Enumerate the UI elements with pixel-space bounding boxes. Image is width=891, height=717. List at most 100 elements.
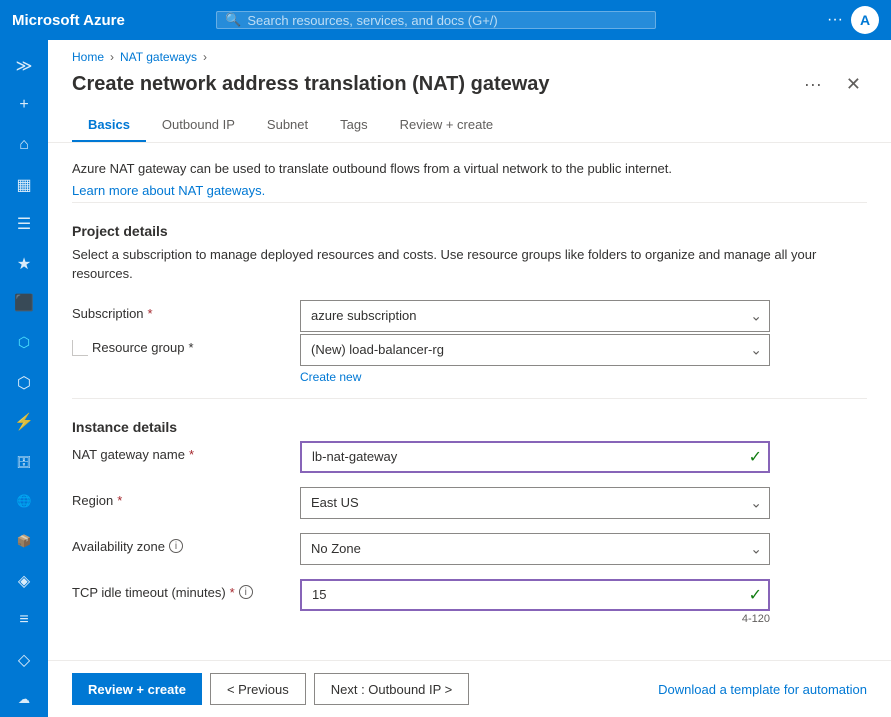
search-icon: 🔍 <box>225 12 241 28</box>
tab-basics[interactable]: Basics <box>72 109 146 142</box>
info-text: Azure NAT gateway can be used to transla… <box>72 159 867 179</box>
panel-body: Azure NAT gateway can be used to transla… <box>48 143 891 660</box>
dashboard-icon: ▦ <box>16 175 31 195</box>
ellipsis-button[interactable]: ··· <box>827 11 843 29</box>
sidebar-item-create[interactable]: + <box>4 88 44 124</box>
availability-zone-field-group: Availability zone i No Zone <box>72 533 867 565</box>
sidebar-item-collapse[interactable]: ≫ <box>4 48 44 84</box>
sidebar-item-cosmos[interactable]: 🌐 <box>4 484 44 520</box>
sidebar-item-menu[interactable]: ☰ <box>4 206 44 242</box>
grid-icon: ⬛ <box>14 293 34 313</box>
subscription-control: azure subscription <box>300 300 770 332</box>
divider-2 <box>72 398 867 399</box>
sidebar-item-favorites[interactable]: ★ <box>4 246 44 282</box>
collapse-icon: ≫ <box>16 56 33 76</box>
indent-line <box>72 340 88 356</box>
app-layout: ≫ + ⌂ ▦ ☰ ★ ⬛ ⬡ ⬡ ⚡ 🗄 🌐 📦 ◈ ≡ ◇ ☁ Home ›… <box>0 40 891 717</box>
create-new-link[interactable]: Create new <box>300 370 770 384</box>
tab-review-create[interactable]: Review + create <box>384 109 510 142</box>
avatar[interactable]: A <box>851 6 879 34</box>
cosmos-icon: 🌐 <box>17 494 32 508</box>
resource-groups-icon: ⬡ <box>17 373 31 393</box>
next-button[interactable]: Next : Outbound IP > <box>314 673 470 705</box>
sidebar-item-kubernetes[interactable]: ◈ <box>4 563 44 599</box>
resource-group-select-wrapper: (New) load-balancer-rg <box>300 334 770 366</box>
tab-subnet[interactable]: Subnet <box>251 109 324 142</box>
main-content: Home › NAT gateways › Create network add… <box>48 40 891 717</box>
tab-tags[interactable]: Tags <box>324 109 383 142</box>
tcp-idle-timeout-info-icon[interactable]: i <box>239 585 253 599</box>
nat-gateway-name-input-wrapper: ✓ <box>300 441 770 473</box>
review-create-button[interactable]: Review + create <box>72 673 202 705</box>
cloud-icon: ☁ <box>18 692 30 706</box>
sidebar-item-storage[interactable]: 📦 <box>4 523 44 559</box>
tcp-idle-timeout-input-wrapper: ✓ <box>300 579 770 611</box>
tcp-idle-timeout-label: TCP idle timeout (minutes) * i <box>72 579 292 600</box>
brand-logo: Microsoft Azure <box>12 12 125 29</box>
sidebar-item-monitor[interactable]: ≡ <box>4 602 44 638</box>
availability-zone-info-icon[interactable]: i <box>169 539 183 553</box>
breadcrumb-home[interactable]: Home <box>72 50 104 64</box>
resource-group-select[interactable]: (New) load-balancer-rg <box>300 334 770 366</box>
region-select-wrapper: East US <box>300 487 770 519</box>
sql-icon: 🗄 <box>16 455 31 469</box>
download-template-link[interactable]: Download a template for automation <box>658 682 867 697</box>
sidebar-item-cloud[interactable]: ☁ <box>4 682 44 717</box>
resource-group-indent: Resource group * <box>72 334 292 356</box>
divider-1 <box>72 202 867 203</box>
region-label: Region * <box>72 487 292 508</box>
home-icon: ⌂ <box>19 136 29 154</box>
create-icon: + <box>19 96 28 114</box>
subscription-field-group: Subscription * azure subscription <box>72 300 867 332</box>
sidebar-item-devops[interactable]: ◇ <box>4 642 44 678</box>
breadcrumb-sep-2: › <box>203 50 207 64</box>
learn-more-link[interactable]: Learn more about NAT gateways. <box>72 183 265 198</box>
sidebar-item-function-apps[interactable]: ⚡ <box>4 404 44 440</box>
search-bar[interactable]: 🔍 <box>216 11 656 29</box>
sidebar-item-home[interactable]: ⌂ <box>4 127 44 163</box>
sidebar-item-all[interactable]: ⬛ <box>4 286 44 322</box>
availability-zone-label: Availability zone i <box>72 533 292 554</box>
create-panel: Home › NAT gateways › Create network add… <box>48 40 891 717</box>
region-select[interactable]: East US <box>300 487 770 519</box>
storage-icon: 📦 <box>17 534 32 548</box>
function-apps-icon: ⚡ <box>14 412 34 432</box>
close-button[interactable]: ✕ <box>840 72 867 97</box>
sidebar-item-dashboard[interactable]: ▦ <box>4 167 44 203</box>
resource-group-field-group: Resource group * (New) load-balancer-rg … <box>72 334 867 384</box>
breadcrumb: Home › NAT gateways › <box>48 40 891 64</box>
tab-bar: Basics Outbound IP Subnet Tags Review + … <box>48 97 891 143</box>
tab-outbound-ip[interactable]: Outbound IP <box>146 109 251 142</box>
nat-gateway-name-control: ✓ <box>300 441 770 473</box>
subscription-required: * <box>148 306 153 321</box>
resource-group-control: (New) load-balancer-rg Create new <box>300 334 770 384</box>
search-input[interactable] <box>247 13 647 28</box>
subscription-select-wrapper: azure subscription <box>300 300 770 332</box>
tcp-idle-timeout-input[interactable] <box>300 579 770 611</box>
kubernetes-icon: ◈ <box>18 571 30 591</box>
panel-options-button[interactable]: ··· <box>798 72 828 97</box>
subscription-select[interactable]: azure subscription <box>300 300 770 332</box>
devops-icon: ◇ <box>18 650 30 670</box>
monitor-icon: ≡ <box>19 611 28 629</box>
availability-zone-select[interactable]: No Zone <box>300 533 770 565</box>
panel-header: Create network address translation (NAT)… <box>48 64 891 97</box>
tcp-idle-timeout-valid-icon: ✓ <box>749 585 762 605</box>
breadcrumb-section[interactable]: NAT gateways <box>120 50 197 64</box>
nat-gateway-name-valid-icon: ✓ <box>749 447 762 467</box>
tcp-idle-timeout-field-group: TCP idle timeout (minutes) * i ✓ 4-120 <box>72 579 867 625</box>
sidebar-item-resource-groups[interactable]: ⬡ <box>4 365 44 401</box>
region-field-group: Region * East US <box>72 487 867 519</box>
subscription-label: Subscription * <box>72 300 292 321</box>
sidebar-item-sql[interactable]: 🗄 <box>4 444 44 480</box>
previous-button[interactable]: < Previous <box>210 673 306 705</box>
nat-gateway-name-required: * <box>189 447 194 462</box>
top-nav-right: ··· A <box>827 6 879 34</box>
region-control: East US <box>300 487 770 519</box>
top-nav: Microsoft Azure 🔍 ··· A <box>0 0 891 40</box>
favorites-icon: ★ <box>17 254 31 274</box>
sidebar: ≫ + ⌂ ▦ ☰ ★ ⬛ ⬡ ⬡ ⚡ 🗄 🌐 📦 ◈ ≡ ◇ ☁ <box>0 40 48 717</box>
sidebar-item-aad[interactable]: ⬡ <box>4 325 44 361</box>
region-required: * <box>117 493 122 508</box>
nat-gateway-name-input[interactable] <box>300 441 770 473</box>
